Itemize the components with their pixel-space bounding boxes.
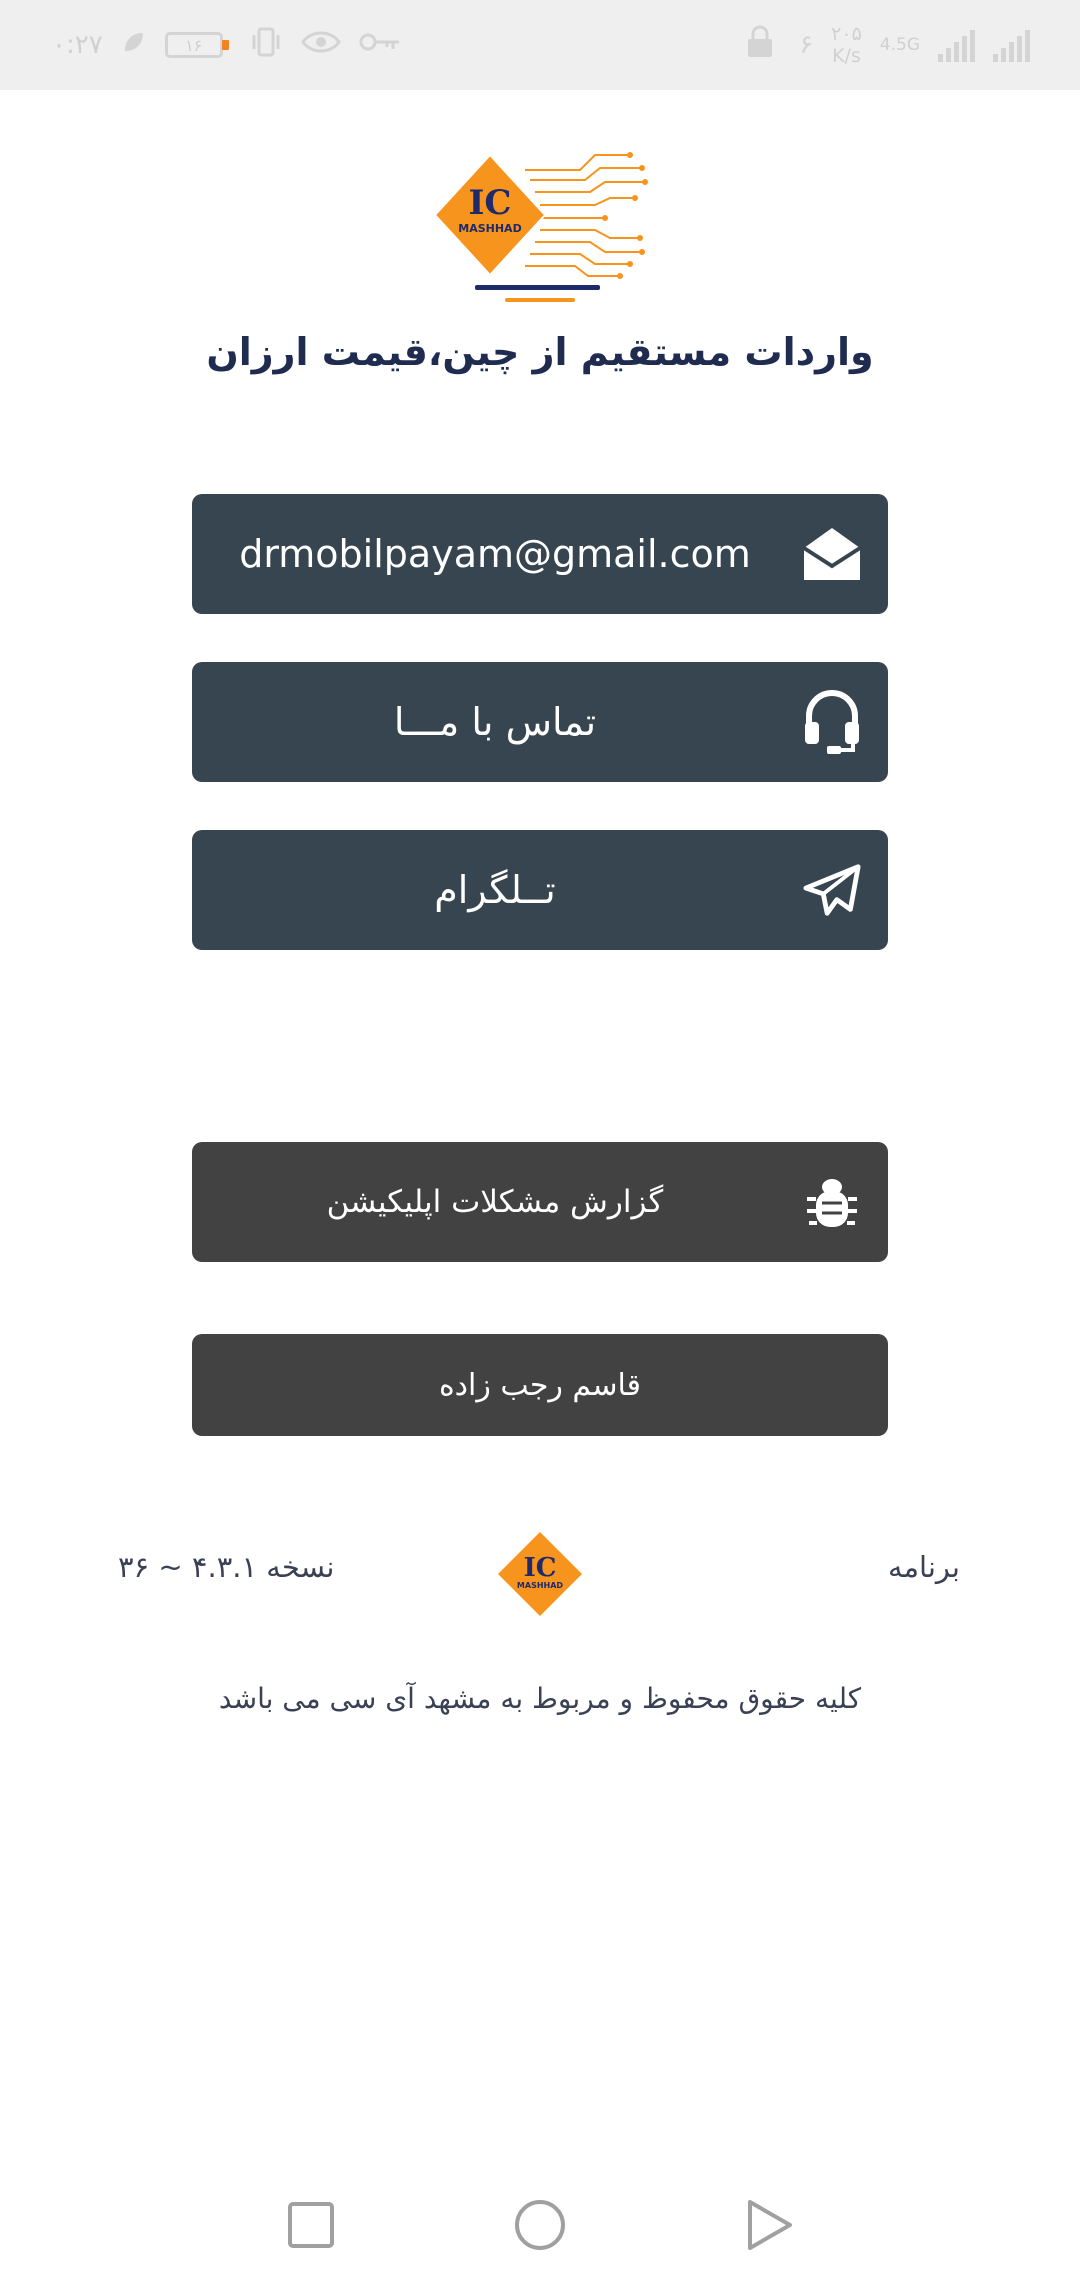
headset-icon bbox=[802, 690, 862, 754]
contact-button-label: تماس با مـــا bbox=[393, 700, 597, 744]
paper-plane-icon bbox=[802, 860, 862, 920]
email-button-label: drmobilpayam@gmail.com bbox=[239, 532, 751, 576]
network-type: 4.5G bbox=[879, 35, 920, 55]
status-bar-right: ۶ ۲۰۵ K/s 4.5G bbox=[745, 18, 1030, 72]
eye-icon bbox=[300, 27, 341, 64]
lock-icon bbox=[745, 25, 775, 66]
sim-indicator: ۶ bbox=[799, 30, 814, 60]
developer-name-button[interactable]: قاسم رجب زاده bbox=[192, 1334, 888, 1436]
signal-icon-2 bbox=[993, 28, 1030, 62]
svg-text:MASHHAD: MASHHAD bbox=[458, 222, 521, 235]
page-headline: واردات مستقیم از چین،قیمت ارزان bbox=[206, 330, 874, 374]
copyright-text: کلیه حقوق محفوظ و مربوط به مشهد آی سی می… bbox=[218, 1682, 862, 1715]
recents-square-icon[interactable] bbox=[276, 2190, 346, 2260]
battery-icon: ۱۶ bbox=[164, 32, 229, 58]
vibrate-icon bbox=[249, 27, 283, 64]
home-circle-icon[interactable] bbox=[505, 2190, 575, 2260]
version-text: نسخه ۴.۳.۱ ~ ۳۶ bbox=[118, 1550, 335, 1584]
svg-text:IC: IC bbox=[469, 183, 512, 223]
back-triangle-icon[interactable] bbox=[734, 2190, 804, 2260]
battery-level: ۱۶ bbox=[185, 35, 203, 55]
envelope-open-icon bbox=[802, 524, 862, 584]
telegram-button[interactable]: تــلگرام bbox=[192, 830, 888, 950]
network-speed: ۲۰۵ K/s bbox=[831, 23, 862, 67]
footer-logo: IC MASHHAD bbox=[496, 1530, 584, 1618]
developer-name-label: قاسم رجب زاده bbox=[438, 1367, 642, 1403]
report-button-label: گزارش مشکلات اپلیکیشن bbox=[326, 1184, 664, 1220]
program-label: برنامه bbox=[887, 1550, 960, 1584]
version-footer: نسخه ۴.۳.۱ ~ ۳۶ IC MASHHAD برنامه bbox=[0, 1530, 1080, 1620]
system-navigation-bar bbox=[0, 2170, 1080, 2280]
report-problems-button[interactable]: گزارش مشکلات اپلیکیشن bbox=[192, 1142, 888, 1262]
svg-text:MASHHAD: MASHHAD bbox=[517, 1581, 563, 1590]
bug-icon bbox=[802, 1172, 862, 1232]
ic-mashhad-logo: IC MASHHAD bbox=[430, 150, 650, 315]
signal-icon bbox=[938, 28, 975, 62]
status-bar-left: ۰:۲۷ ۱۶ bbox=[52, 22, 401, 68]
email-button[interactable]: drmobilpayam@gmail.com bbox=[192, 494, 888, 614]
svg-text:IC: IC bbox=[524, 1553, 557, 1583]
contact-us-button[interactable]: تماس با مـــا bbox=[192, 662, 888, 782]
key-icon bbox=[359, 30, 401, 61]
leaf-icon bbox=[121, 29, 147, 62]
telegram-button-label: تــلگرام bbox=[434, 868, 556, 912]
status-time: ۰:۲۷ bbox=[52, 30, 103, 60]
status-bar: ۰:۲۷ ۱۶ ۶ ۲۰۵ K/s 4.5G bbox=[0, 0, 1080, 90]
